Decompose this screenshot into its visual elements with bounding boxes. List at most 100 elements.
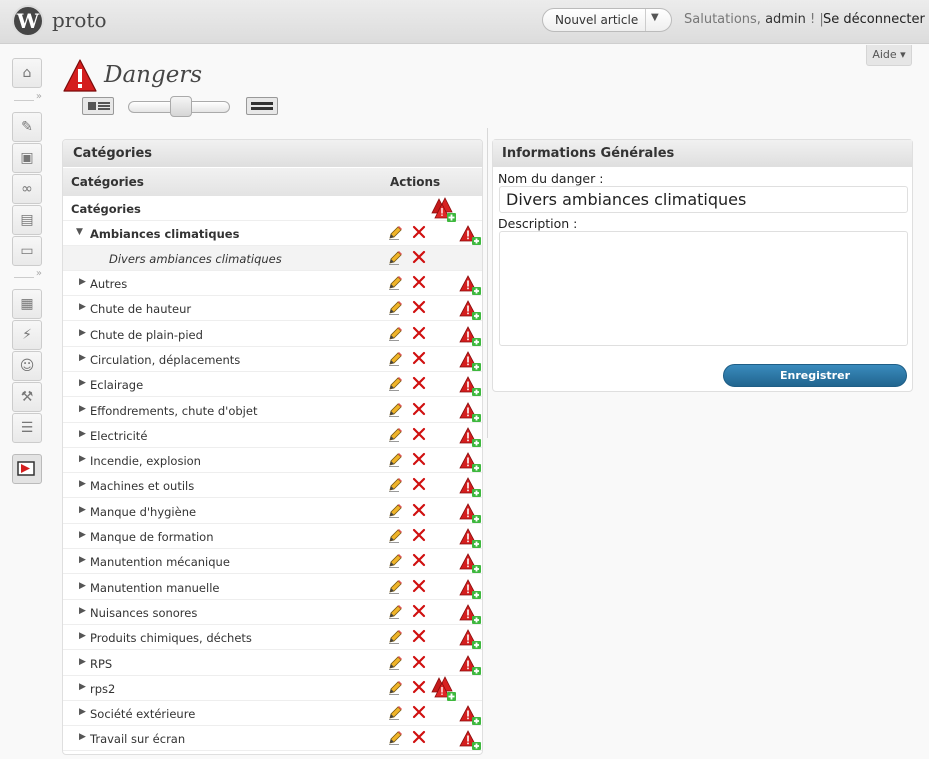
site-title[interactable]: proto: [52, 8, 106, 32]
edit-pencil-icon[interactable]: [387, 427, 403, 443]
edit-pencil-icon[interactable]: [387, 452, 403, 468]
caret-right-icon[interactable]: ▶: [79, 606, 86, 616]
delete-cross-icon[interactable]: [412, 402, 426, 416]
caret-right-icon[interactable]: ▶: [79, 631, 86, 641]
caret-right-icon[interactable]: ▶: [79, 353, 86, 363]
add-danger-icon[interactable]: [459, 503, 481, 523]
delete-cross-icon[interactable]: [412, 300, 426, 314]
caret-right-icon[interactable]: ▶: [79, 277, 86, 287]
edit-pencil-icon[interactable]: [387, 477, 403, 493]
add-danger-icon[interactable]: [459, 553, 481, 573]
caret-right-icon[interactable]: ▶: [79, 682, 86, 692]
add-danger-icon[interactable]: [459, 225, 481, 245]
tree-row[interactable]: ▶ Circulation, déplacements: [63, 347, 482, 372]
edit-pencil-icon[interactable]: [387, 655, 403, 671]
tree-row[interactable]: ▶ Société extérieure: [63, 701, 482, 727]
menu-collapse-separator[interactable]: [12, 268, 42, 281]
delete-cross-icon[interactable]: [412, 705, 426, 719]
edit-pencil-icon[interactable]: [387, 225, 403, 241]
delete-cross-icon[interactable]: [412, 604, 426, 618]
add-danger-icon[interactable]: [459, 604, 481, 624]
caret-right-icon[interactable]: ▶: [79, 302, 86, 312]
tree-row[interactable]: ▶ Eclairage: [63, 372, 482, 398]
tree-row[interactable]: ▶ Travail sur écran: [63, 726, 482, 752]
column-divider[interactable]: [487, 128, 488, 438]
edit-pencil-icon[interactable]: [387, 579, 403, 595]
tree-row[interactable]: ▶ Manutention mécanique: [63, 549, 482, 575]
add-danger-icon[interactable]: [459, 452, 481, 472]
caret-right-icon[interactable]: ▶: [79, 328, 86, 338]
add-danger-icon[interactable]: [459, 730, 481, 750]
delete-cross-icon[interactable]: [412, 250, 426, 264]
caret-right-icon[interactable]: ▶: [79, 707, 86, 717]
tree-row[interactable]: ▶ Produits chimiques, déchets: [63, 625, 482, 651]
edit-pencil-icon[interactable]: [387, 730, 403, 746]
caret-right-icon[interactable]: ▶: [79, 530, 86, 540]
delete-cross-icon[interactable]: [412, 427, 426, 441]
edit-pencil-icon[interactable]: [387, 604, 403, 620]
add-category-icon[interactable]: [431, 196, 457, 222]
tree-row[interactable]: ▶ Incendie, explosion: [63, 448, 482, 474]
delete-cross-icon[interactable]: [412, 326, 426, 340]
tree-row[interactable]: ▶ Manque d'hygiène: [63, 499, 482, 524]
add-danger-icon[interactable]: [459, 629, 481, 649]
tree-row[interactable]: ▶ rps2: [63, 676, 482, 701]
caret-right-icon[interactable]: ▶: [79, 378, 86, 388]
save-button[interactable]: Enregistrer: [723, 364, 907, 387]
delete-cross-icon[interactable]: [412, 629, 426, 643]
add-danger-icon[interactable]: [459, 579, 481, 599]
tree-row[interactable]: ▶ RPS: [63, 651, 482, 676]
users-icon[interactable]: ☺: [12, 351, 42, 381]
edit-pencil-icon[interactable]: [387, 680, 403, 696]
delete-cross-icon[interactable]: [412, 503, 426, 517]
tree-row[interactable]: ▶ Autres: [63, 271, 482, 296]
links-icon[interactable]: ∞: [12, 174, 42, 204]
edit-pencil-icon[interactable]: [387, 250, 403, 266]
edit-pencil-icon[interactable]: [387, 629, 403, 645]
username-link[interactable]: admin: [765, 12, 806, 27]
evarisk-plugin-icon[interactable]: [12, 454, 42, 484]
edit-pencil-icon[interactable]: [387, 275, 403, 291]
delete-cross-icon[interactable]: [412, 579, 426, 593]
tree-row[interactable]: ▶ Machines et outils: [63, 473, 482, 499]
edit-pencil-icon[interactable]: [387, 351, 403, 367]
delete-cross-icon[interactable]: [412, 477, 426, 491]
delete-cross-icon[interactable]: [412, 275, 426, 289]
tools-icon[interactable]: ⚒: [12, 382, 42, 412]
edit-pencil-icon[interactable]: [387, 402, 403, 418]
caret-right-icon[interactable]: ▶: [79, 732, 86, 742]
caret-down-icon[interactable]: ▼: [76, 227, 83, 237]
edit-pencil-icon[interactable]: [387, 528, 403, 544]
delete-cross-icon[interactable]: [412, 528, 426, 542]
caret-right-icon[interactable]: ▶: [79, 429, 86, 439]
tree-row[interactable]: ▶ Nuisances sonores: [63, 600, 482, 625]
edit-pencil-icon[interactable]: [387, 503, 403, 519]
delete-cross-icon[interactable]: [412, 225, 426, 239]
pushpin-posts-icon[interactable]: ✎: [12, 112, 42, 142]
caret-right-icon[interactable]: ▶: [79, 555, 86, 565]
edit-pencil-icon[interactable]: [387, 376, 403, 392]
chevron-down-icon[interactable]: ▼: [651, 12, 659, 23]
add-danger-icon[interactable]: [459, 477, 481, 497]
add-danger-icon[interactable]: [459, 655, 481, 675]
appearance-icon[interactable]: ▦: [12, 289, 42, 319]
logout-link[interactable]: Se déconnecter: [823, 12, 925, 27]
caret-right-icon[interactable]: ▶: [79, 581, 86, 591]
delete-cross-icon[interactable]: [412, 553, 426, 567]
add-danger-icon[interactable]: [459, 528, 481, 548]
help-tab[interactable]: Aide ▾: [866, 45, 912, 66]
menu-collapse-separator[interactable]: [12, 91, 42, 104]
plugins-icon[interactable]: ⚡: [12, 320, 42, 350]
delete-cross-icon[interactable]: [412, 376, 426, 390]
tree-row-expanded[interactable]: ▼ Ambiances climatiques: [63, 221, 482, 246]
grid-view-toggle[interactable]: [246, 97, 278, 115]
danger-name-input[interactable]: [499, 186, 908, 213]
add-danger-icon[interactable]: [459, 326, 481, 346]
delete-cross-icon[interactable]: [412, 680, 426, 694]
tree-row[interactable]: ▶ Electricité: [63, 423, 482, 448]
wordpress-logo-icon[interactable]: W: [12, 5, 44, 37]
tree-row[interactable]: ▶ Manque de formation: [63, 524, 482, 549]
caret-right-icon[interactable]: ▶: [79, 479, 86, 489]
delete-cross-icon[interactable]: [412, 655, 426, 669]
comments-icon[interactable]: ▭: [12, 236, 42, 266]
